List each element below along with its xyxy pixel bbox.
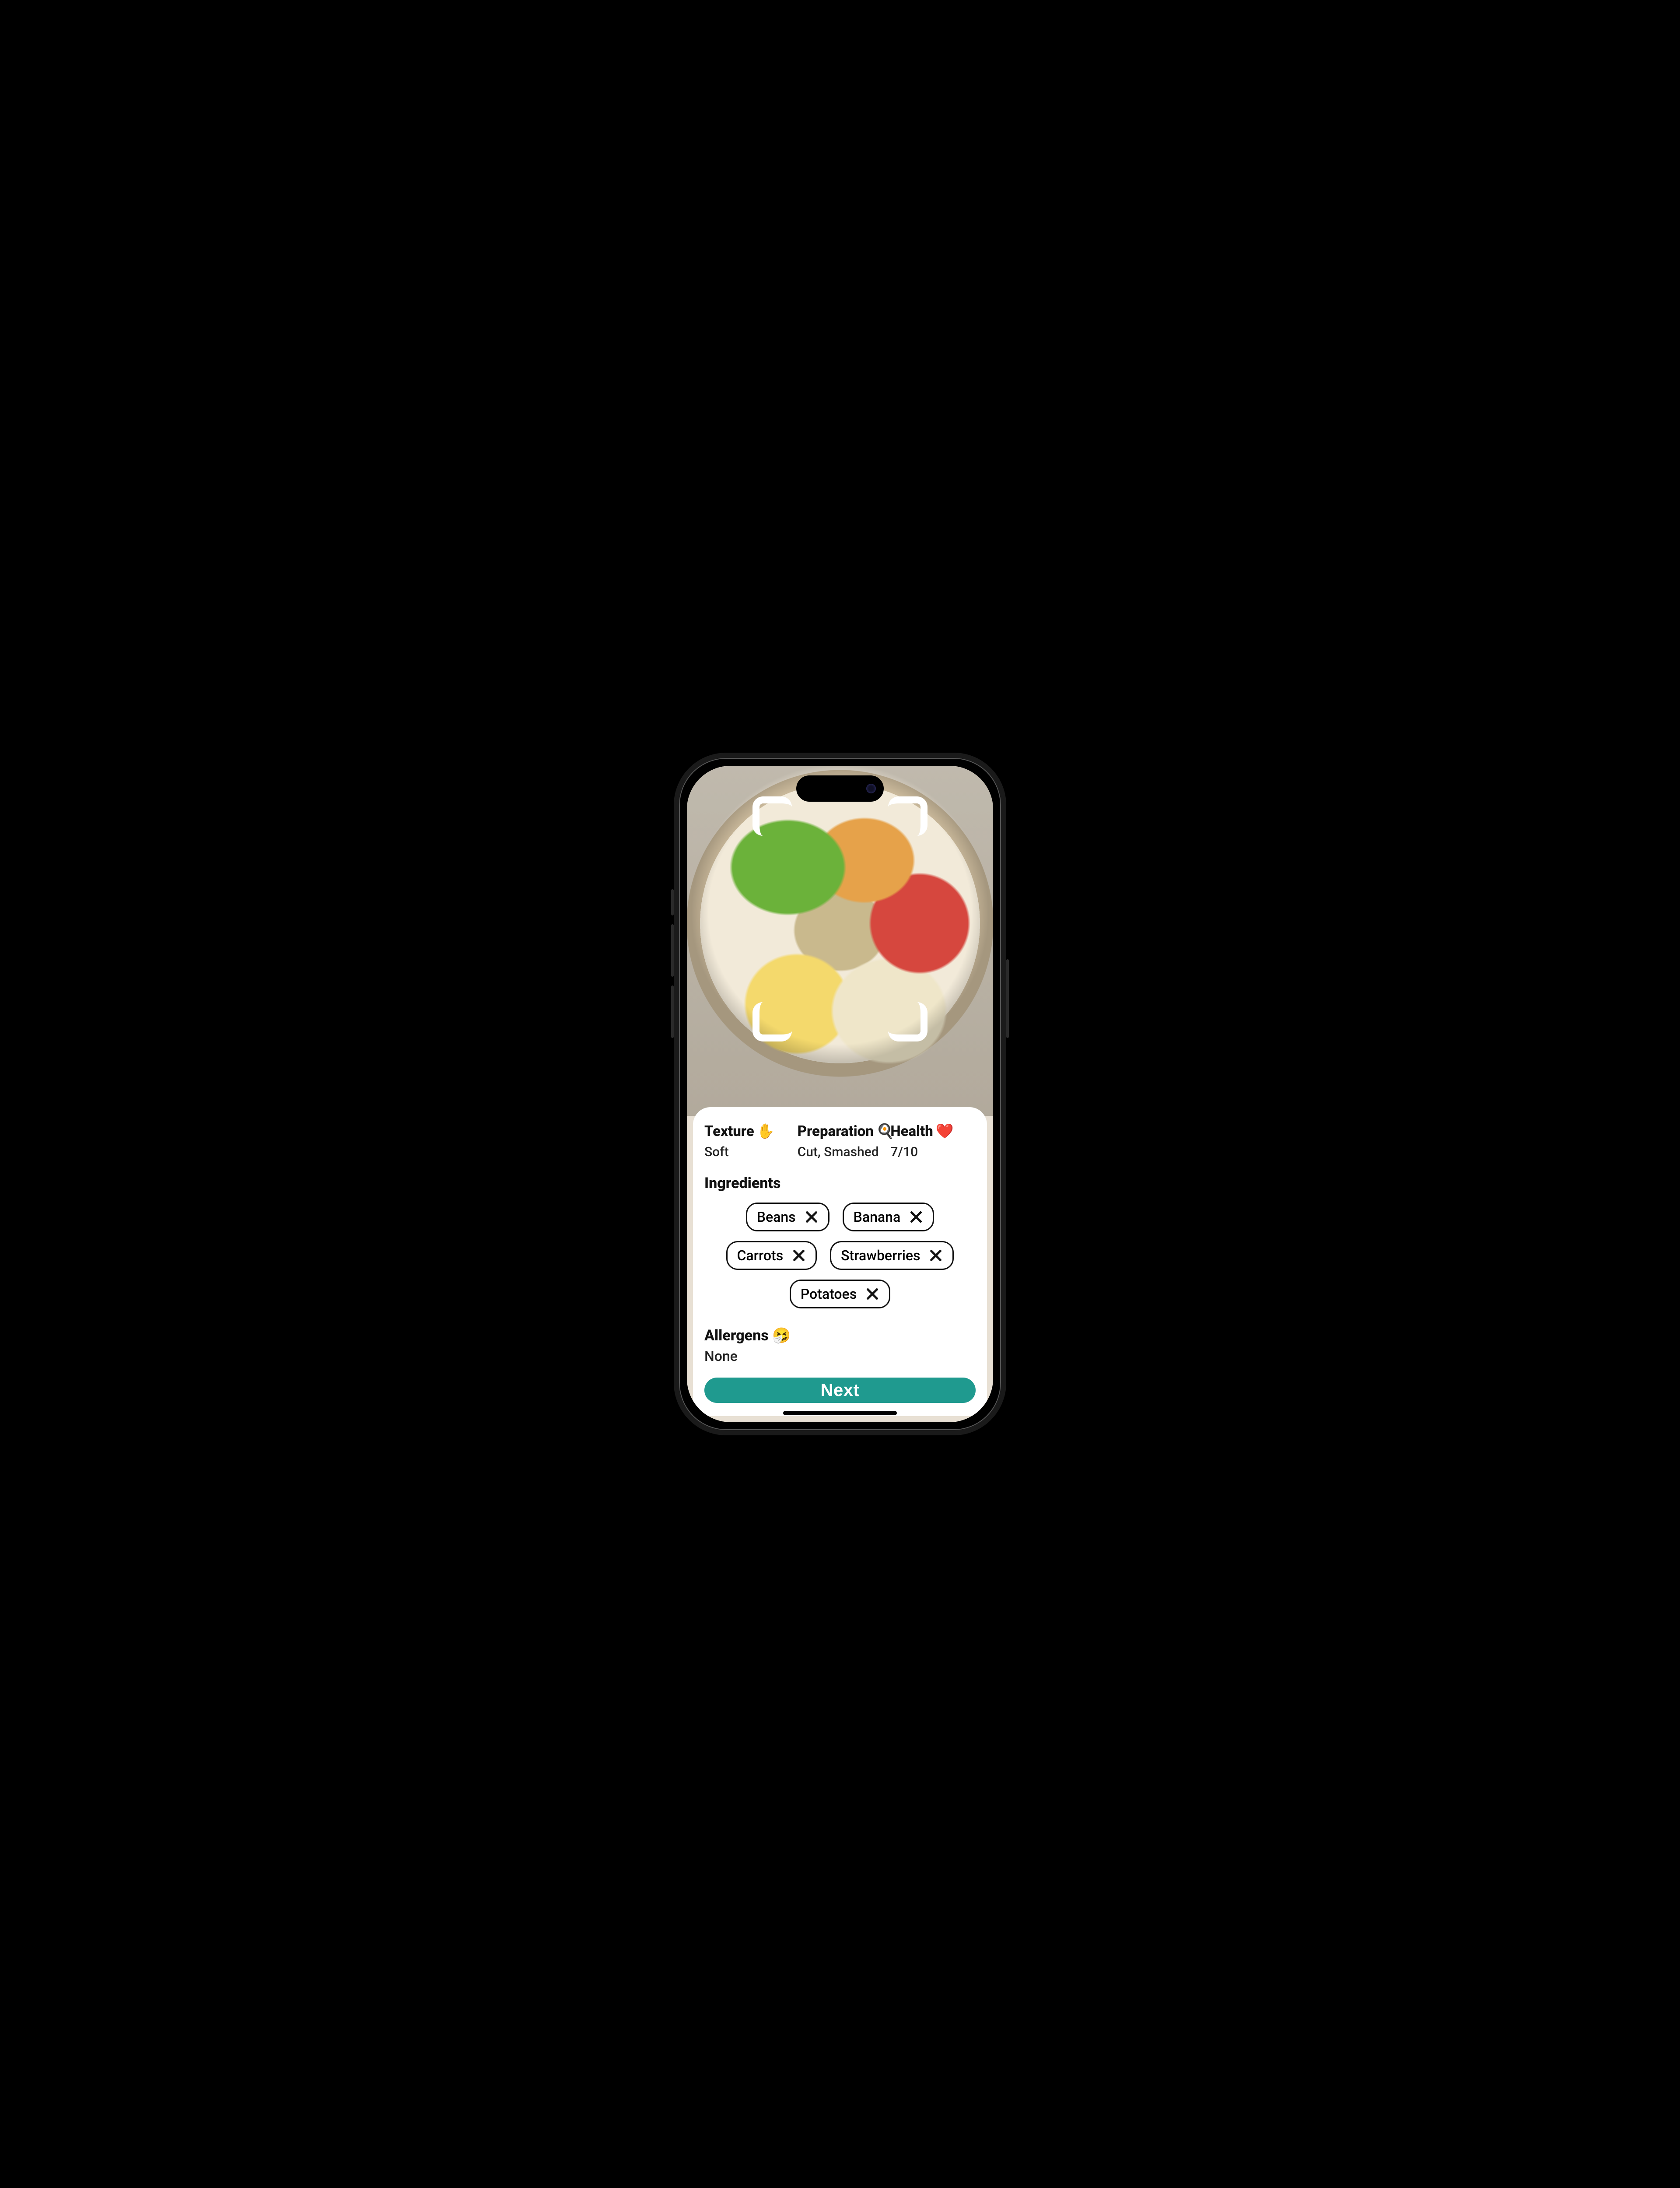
close-icon[interactable] — [864, 1285, 881, 1303]
ingredient-chip[interactable]: Carrots — [726, 1241, 817, 1270]
stats-row: Texture ✋ Soft Preparation 🍳 Cut, Smashe… — [704, 1123, 976, 1160]
label-text: Health — [890, 1123, 933, 1140]
close-icon[interactable] — [927, 1247, 945, 1264]
ingredient-chip[interactable]: Beans — [746, 1203, 830, 1231]
stat-preparation: Preparation 🍳 Cut, Smashed — [798, 1123, 883, 1160]
label-text: Preparation — [798, 1123, 874, 1140]
chip-label: Banana — [854, 1209, 901, 1225]
stat-texture: Texture ✋ Soft — [704, 1123, 790, 1160]
label-text: Allergens — [704, 1327, 769, 1344]
stat-preparation-value: Cut, Smashed — [798, 1144, 883, 1160]
side-button — [671, 985, 674, 1038]
home-indicator[interactable] — [783, 1411, 897, 1415]
phone-frame: Texture ✋ Soft Preparation 🍳 Cut, Smashe… — [674, 753, 1006, 1435]
stat-health-label: Health ❤️ — [890, 1123, 976, 1140]
next-button[interactable]: Next — [704, 1378, 976, 1403]
heart-icon: ❤️ — [936, 1123, 954, 1140]
ingredient-chip[interactable]: Banana — [843, 1203, 934, 1231]
stat-health-value: 7/10 — [890, 1144, 976, 1160]
sneeze-icon: 🤧 — [772, 1327, 791, 1344]
ingredients-title: Ingredients — [704, 1175, 976, 1192]
chip-label: Beans — [757, 1209, 796, 1225]
close-icon[interactable] — [907, 1208, 925, 1226]
ingredient-chip[interactable]: Strawberries — [830, 1241, 954, 1270]
allergens-value: None — [704, 1348, 976, 1364]
close-icon[interactable] — [790, 1247, 808, 1264]
chip-label: Potatoes — [801, 1286, 857, 1302]
ingredients-chips: Beans Banana Carrots Strawberries Potato… — [704, 1203, 976, 1308]
result-card: Texture ✋ Soft Preparation 🍳 Cut, Smashe… — [693, 1107, 987, 1416]
side-button — [671, 889, 674, 915]
ingredient-chip[interactable]: Potatoes — [790, 1280, 890, 1308]
food-photo — [687, 766, 993, 1116]
allergens-title: Allergens 🤧 — [704, 1327, 976, 1344]
dynamic-island — [796, 775, 884, 802]
chip-label: Carrots — [737, 1247, 784, 1264]
allergens-block: Allergens 🤧 None — [704, 1327, 976, 1364]
label-text: Texture — [704, 1123, 754, 1140]
stat-texture-value: Soft — [704, 1144, 790, 1160]
stat-texture-label: Texture ✋ — [704, 1123, 790, 1140]
phone-screen: Texture ✋ Soft Preparation 🍳 Cut, Smashe… — [687, 766, 993, 1422]
close-icon[interactable] — [803, 1208, 820, 1226]
chip-label: Strawberries — [841, 1247, 920, 1264]
stat-preparation-label: Preparation 🍳 — [798, 1123, 883, 1140]
stat-health: Health ❤️ 7/10 — [890, 1123, 976, 1160]
hand-icon: ✋ — [757, 1123, 775, 1140]
